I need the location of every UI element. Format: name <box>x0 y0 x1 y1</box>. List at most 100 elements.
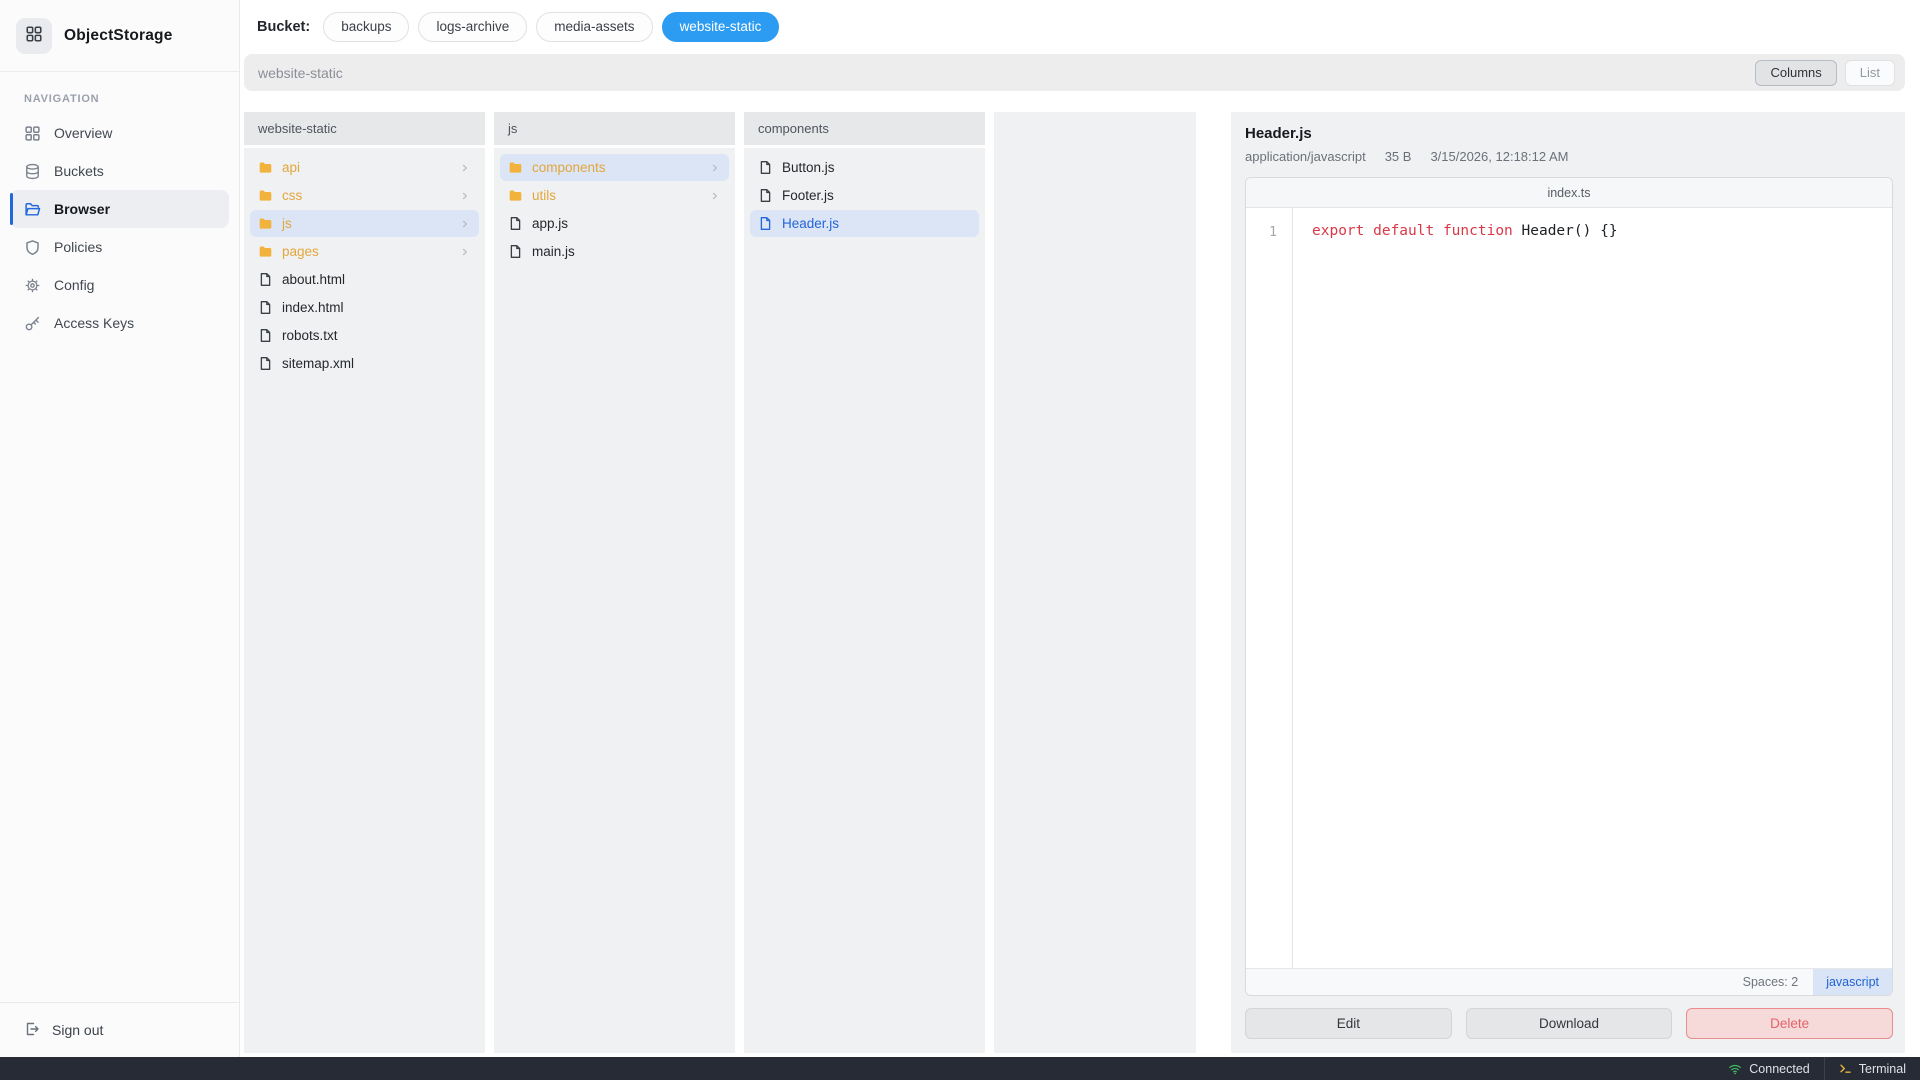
logout-icon <box>24 1021 40 1037</box>
app-title: ObjectStorage <box>64 27 173 45</box>
bucket-pill-website-static[interactable]: website-static <box>662 12 780 42</box>
editor-tab[interactable]: index.ts <box>1246 178 1892 208</box>
bucket-bar: Bucket: backups logs-archive media-assets w… <box>240 0 1920 53</box>
download-button[interactable]: Download <box>1466 1008 1673 1039</box>
browser-column-empty <box>994 112 1196 1053</box>
sidebar: ObjectStorage NAVIGATION OverviewBuckets… <box>0 0 240 1057</box>
content-area: website-staticapicssjspagesabout.htmlind… <box>244 112 1905 1053</box>
sign-out-label: Sign out <box>52 1022 103 1038</box>
edit-button[interactable]: Edit <box>1245 1008 1452 1039</box>
item-name: utils <box>532 188 556 203</box>
sidebar-item-overview[interactable]: Overview <box>10 114 229 152</box>
browser-column-js: js components utils app.jsmain.js <box>494 112 735 1053</box>
view-mode-columns-button[interactable]: Columns <box>1755 60 1836 86</box>
preview-modified-date: 3/15/2026, 12:18:12 AM <box>1430 149 1568 164</box>
file-row-button-js[interactable]: Button.js <box>750 154 979 181</box>
grid-icon <box>24 125 41 142</box>
folder-open-icon <box>24 201 41 218</box>
app-logo-box <box>16 18 52 54</box>
item-name: index.html <box>282 300 344 315</box>
browser-column-components: components Button.js Footer.js Header.js <box>744 112 985 1053</box>
column-body <box>994 112 1196 1053</box>
path-bar: website-static Columns List <box>244 54 1905 91</box>
editor-language-badge: javascript <box>1813 969 1892 995</box>
file-icon <box>258 328 273 343</box>
grid-logo-icon <box>25 25 43 48</box>
database-icon <box>24 163 41 180</box>
terminal-button[interactable]: Terminal <box>1824 1057 1920 1080</box>
editor-body: 1 export default function Header() {} <box>1246 208 1892 968</box>
file-row-about-html[interactable]: about.html <box>250 266 479 293</box>
column-header: components <box>744 112 985 145</box>
folder-row-components[interactable]: components <box>500 154 729 181</box>
file-row-header-js[interactable]: Header.js <box>750 210 979 237</box>
key-icon <box>24 315 41 332</box>
sidebar-item-buckets[interactable]: Buckets <box>10 152 229 190</box>
file-icon <box>758 188 773 203</box>
app-root: ObjectStorage NAVIGATION OverviewBuckets… <box>0 0 1920 1057</box>
code-line: export default function Header() {} <box>1312 221 1618 242</box>
bucket-pill-logs-archive[interactable]: logs-archive <box>418 12 527 42</box>
logout-icon <box>24 1021 40 1040</box>
sidebar-item-browser[interactable]: Browser <box>10 190 229 228</box>
view-toggle: Columns List <box>1755 60 1895 86</box>
folder-row-css[interactable]: css <box>250 182 479 209</box>
wifi-icon <box>1728 1062 1742 1076</box>
editor-gutter: 1 <box>1246 208 1293 968</box>
file-row-index-html[interactable]: index.html <box>250 294 479 321</box>
view-mode-list-button[interactable]: List <box>1845 60 1895 86</box>
connection-status: Connected <box>1714 1057 1823 1080</box>
file-row-main-js[interactable]: main.js <box>500 238 729 265</box>
folder-row-pages[interactable]: pages <box>250 238 479 265</box>
sidebar-item-access-keys[interactable]: Access Keys <box>10 304 229 342</box>
file-row-sitemap-xml[interactable]: sitemap.xml <box>250 350 479 377</box>
item-name: Button.js <box>782 160 835 175</box>
terminal-label: Terminal <box>1859 1062 1906 1076</box>
sign-out-button[interactable]: Sign out <box>0 1002 239 1057</box>
chevron-right-icon <box>459 218 471 230</box>
column-header: website-static <box>244 112 485 145</box>
folder-icon <box>258 160 273 175</box>
sidebar-item-label: Access Keys <box>54 315 134 331</box>
folder-icon <box>258 216 273 231</box>
bucket-pill-media-assets[interactable]: media-assets <box>536 12 652 42</box>
editor-code: export default function Header() {} <box>1293 208 1618 968</box>
folder-icon <box>508 160 523 175</box>
sidebar-item-label: Policies <box>54 239 102 255</box>
folder-row-api[interactable]: api <box>250 154 479 181</box>
sidebar-item-label: Buckets <box>54 163 104 179</box>
file-icon <box>258 272 273 287</box>
line-number: 1 <box>1246 222 1277 243</box>
delete-button[interactable]: Delete <box>1686 1008 1893 1039</box>
column-header: js <box>494 112 735 145</box>
editor-spaces-indicator: Spaces: 2 <box>1743 975 1799 989</box>
preview-panel: Header.js application/javascript 35 B 3/… <box>1231 112 1905 1053</box>
bucket-pill-backups[interactable]: backups <box>323 12 409 42</box>
chevron-right-icon <box>459 162 471 174</box>
connection-status-label: Connected <box>1749 1062 1809 1076</box>
bucket-label: Bucket: <box>257 19 310 35</box>
file-icon <box>258 356 273 371</box>
folder-icon <box>258 244 273 259</box>
folder-row-js[interactable]: js <box>250 210 479 237</box>
folder-row-utils[interactable]: utils <box>500 182 729 209</box>
current-bucket-name: website-static <box>258 65 343 81</box>
sidebar-item-policies[interactable]: Policies <box>10 228 229 266</box>
file-row-footer-js[interactable]: Footer.js <box>750 182 979 209</box>
terminal-icon <box>1839 1062 1852 1075</box>
sidebar-item-config[interactable]: Config <box>10 266 229 304</box>
terminal-icon <box>1839 1062 1852 1075</box>
item-name: Footer.js <box>782 188 834 203</box>
chevron-right-icon <box>459 246 471 258</box>
grid-icon <box>25 25 43 43</box>
sidebar-item-label: Browser <box>54 201 110 217</box>
code-editor: index.ts 1 export default function Heade… <box>1245 177 1893 996</box>
sidebar-item-label: Config <box>54 277 94 293</box>
file-row-app-js[interactable]: app.js <box>500 210 729 237</box>
file-row-robots-txt[interactable]: robots.txt <box>250 322 479 349</box>
code-token: Header() {} <box>1522 223 1618 239</box>
chevron-right-icon <box>709 162 721 174</box>
editor-statusbar: Spaces: 2 javascript <box>1246 968 1892 995</box>
item-name: css <box>282 188 302 203</box>
file-icon <box>758 160 773 175</box>
